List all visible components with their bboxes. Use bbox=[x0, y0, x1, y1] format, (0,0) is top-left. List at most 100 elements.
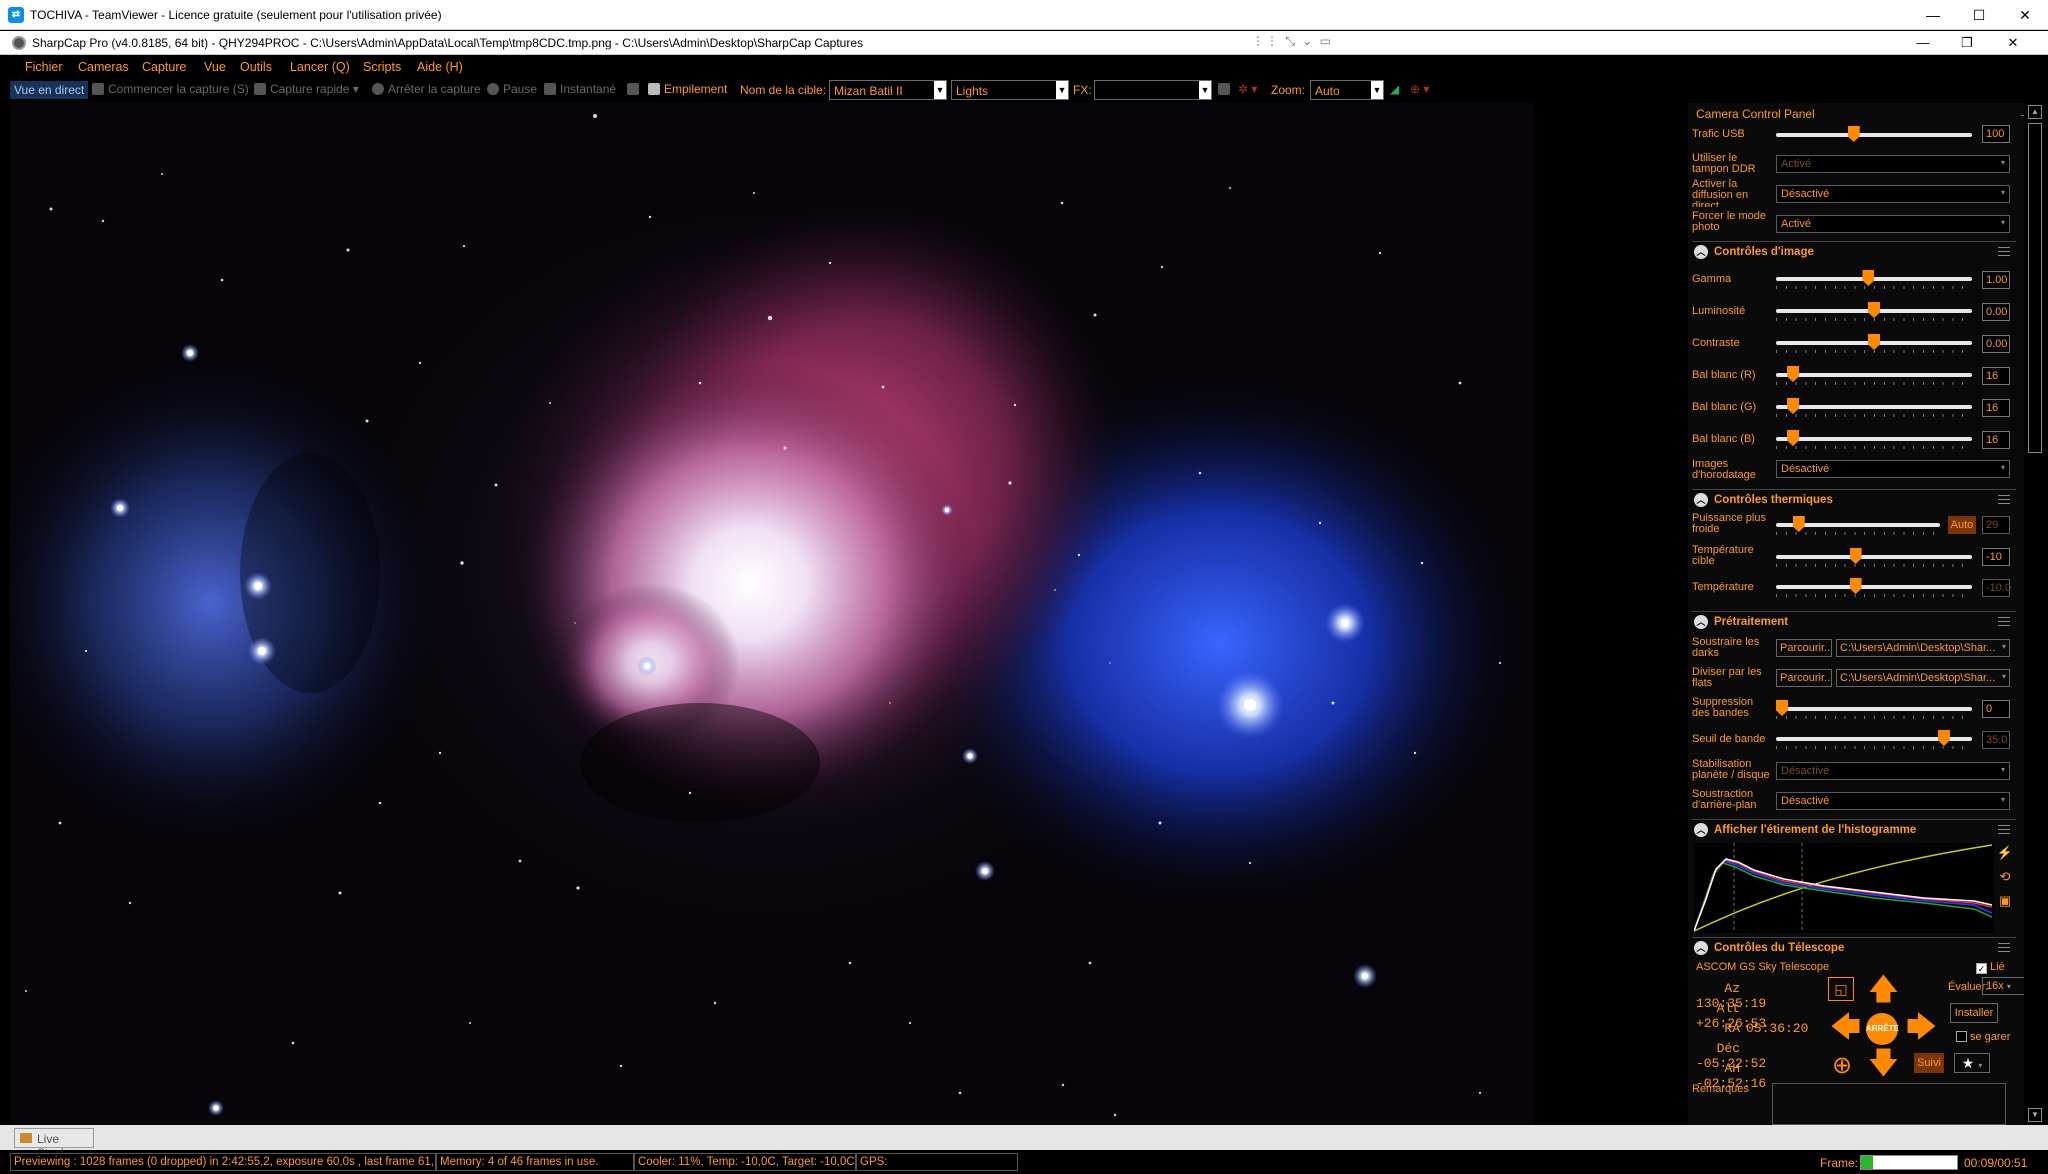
timestamp-dropdown[interactable]: Désactivé ▾ bbox=[1776, 460, 2010, 478]
menu-outils[interactable]: Outils bbox=[240, 60, 272, 74]
collapse-icon[interactable]: ︿ bbox=[1694, 245, 1708, 259]
notes-textarea[interactable] bbox=[1772, 1083, 2006, 1125]
stacking-button[interactable]: Empilement bbox=[648, 82, 727, 96]
cooler-power-slider[interactable] bbox=[1776, 516, 1940, 535]
hamburger-menu-icon[interactable] bbox=[1998, 825, 2010, 834]
histogram-toggle-button[interactable]: ◢ bbox=[1390, 82, 1399, 96]
thermal-controls-header[interactable]: ︿ Contrôles thermiques bbox=[1692, 489, 2016, 509]
tv-close-button[interactable]: ✕ bbox=[2002, 0, 2048, 30]
zoom-select[interactable]: Auto ▼ bbox=[1310, 80, 1384, 100]
sc-close-button[interactable]: ✕ bbox=[1990, 31, 2036, 55]
threshold-slider[interactable] bbox=[1776, 730, 1972, 749]
slider-knob[interactable] bbox=[1849, 548, 1862, 564]
sc-minimize-button[interactable]: — bbox=[1900, 31, 1946, 55]
scroll-down-icon[interactable]: ▼ bbox=[2028, 1108, 2042, 1122]
background-sub-dropdown[interactable]: Désactivé ▾ bbox=[1776, 792, 2010, 810]
contrast-slider[interactable] bbox=[1776, 334, 1972, 353]
scroll-up-icon[interactable]: ▲ bbox=[2028, 105, 2042, 119]
collapse-icon[interactable]: ︿ bbox=[1694, 941, 1708, 955]
wb-green-value[interactable]: 16 bbox=[1982, 399, 2010, 417]
wb-blue-slider[interactable] bbox=[1776, 430, 1972, 449]
tool-icon-button[interactable] bbox=[627, 82, 643, 96]
menu-scripts[interactable]: Scripts bbox=[363, 60, 401, 74]
stop-capture-button[interactable]: Arrêter la capture bbox=[372, 82, 481, 96]
telescope-linked-checkbox[interactable]: ✓ Lié bbox=[1976, 961, 2005, 974]
scroll-thumb[interactable] bbox=[2028, 123, 2042, 453]
slider-knob[interactable] bbox=[1868, 302, 1880, 318]
tv-maximize-button[interactable]: ☐ bbox=[1956, 0, 2002, 30]
wb-green-slider[interactable] bbox=[1776, 398, 1972, 417]
slew-rate-dropdown[interactable]: 16x ▾ bbox=[1982, 977, 2028, 995]
tv-minimize-button[interactable]: — bbox=[1910, 0, 1956, 30]
ddr-buffer-dropdown[interactable]: Activé ▾ bbox=[1776, 155, 2010, 173]
arrow-right-icon[interactable]: 🡆 bbox=[1906, 1013, 1937, 1043]
menu-fichier[interactable]: Fichier bbox=[25, 60, 63, 74]
histogram-reset-icon[interactable]: ⟲ bbox=[1994, 869, 2016, 889]
usb-traffic-slider[interactable] bbox=[1776, 126, 1972, 142]
gamma-value[interactable]: 1.00 bbox=[1982, 271, 2010, 289]
contrast-value[interactable]: 0.00 bbox=[1982, 335, 2010, 353]
tracking-button[interactable]: Suivi bbox=[1914, 1053, 1944, 1073]
arrow-left-icon[interactable]: 🡄 bbox=[1830, 1013, 1861, 1043]
banding-slider[interactable] bbox=[1776, 700, 1972, 719]
star-menu-button[interactable]: ★ ▾ bbox=[1954, 1053, 1990, 1073]
fx-apply-button[interactable] bbox=[1218, 82, 1234, 96]
menu-lancer[interactable]: Lancer (Q) bbox=[290, 60, 350, 74]
collapse-icon[interactable]: ︿ bbox=[1694, 615, 1708, 629]
image-controls-header[interactable]: ︿ Contrôles d'image bbox=[1692, 241, 2016, 261]
histogram-save-icon[interactable]: ▣ bbox=[1994, 893, 2016, 913]
histogram-plot[interactable] bbox=[1693, 843, 1994, 933]
hamburger-menu-icon[interactable] bbox=[1998, 495, 2010, 504]
histogram-auto-stretch-icon[interactable]: ⚡ bbox=[1994, 845, 2016, 865]
hamburger-menu-icon[interactable] bbox=[1998, 943, 2010, 952]
slider-knob[interactable] bbox=[1776, 700, 1788, 716]
hamburger-menu-icon[interactable] bbox=[1998, 617, 2010, 626]
live-stack-tab[interactable]: Live Stack bbox=[14, 1128, 94, 1160]
menu-vue[interactable]: Vue bbox=[204, 60, 226, 74]
flats-path-dropdown[interactable]: C:\Users\Admin\Desktop\Shar... ▾ bbox=[1836, 669, 2010, 687]
slider-knob[interactable] bbox=[1862, 270, 1875, 286]
slider-knob[interactable] bbox=[1868, 334, 1880, 350]
wb-red-value[interactable]: 16 bbox=[1982, 367, 2010, 385]
cooler-auto-button[interactable]: Auto bbox=[1948, 516, 1976, 534]
arrow-up-icon[interactable]: 🡅 bbox=[1868, 975, 1899, 1005]
image-viewport[interactable] bbox=[10, 103, 1534, 1125]
luminosity-slider[interactable] bbox=[1776, 302, 1972, 321]
snapshot-button[interactable]: Instantané bbox=[544, 82, 616, 96]
live-stream-dropdown[interactable]: Désactivé ▾ bbox=[1776, 185, 2010, 203]
park-checkbox[interactable]: se garer bbox=[1956, 1031, 2010, 1043]
banding-value[interactable]: 0 bbox=[1982, 700, 2010, 718]
flats-browse-button[interactable]: Parcourir... bbox=[1776, 669, 1832, 687]
hamburger-menu-icon[interactable] bbox=[1998, 247, 2010, 256]
darks-path-dropdown[interactable]: C:\Users\Admin\Desktop\Shar... ▾ bbox=[1836, 639, 2010, 657]
collapse-icon[interactable]: ︿ bbox=[1694, 493, 1708, 507]
gamma-slider[interactable] bbox=[1776, 270, 1972, 289]
slider-knob[interactable] bbox=[1787, 430, 1800, 446]
frame-type-select[interactable]: Lights ▼ bbox=[951, 80, 1069, 100]
slider-knob[interactable] bbox=[1792, 516, 1805, 532]
panel-scrollbar[interactable]: ▲ ▼ bbox=[2024, 103, 2046, 1125]
target-name-select[interactable]: Mizan Batil II ▼ bbox=[829, 80, 947, 100]
quick-capture-button[interactable]: Capture rapide ▾ bbox=[254, 82, 359, 96]
slider-knob[interactable] bbox=[1787, 366, 1800, 382]
wb-red-slider[interactable] bbox=[1776, 366, 1972, 385]
histogram-header[interactable]: ︿ Afficher l'étirement de l'histogramme bbox=[1692, 819, 2016, 839]
slider-knob[interactable] bbox=[1847, 126, 1860, 142]
fx-select[interactable]: ▼ bbox=[1094, 80, 1212, 100]
menu-cameras[interactable]: Cameras bbox=[78, 60, 129, 74]
wb-blue-value[interactable]: 16 bbox=[1982, 431, 2010, 449]
stabilization-dropdown[interactable]: Désactivé ▾ bbox=[1776, 762, 2010, 780]
sc-restore-button[interactable]: ❐ bbox=[1944, 31, 1990, 55]
checkbox-icon[interactable] bbox=[1956, 1031, 1967, 1042]
pause-button[interactable]: Pause bbox=[487, 82, 537, 96]
arrow-down-icon[interactable]: 🡇 bbox=[1868, 1049, 1899, 1079]
collapse-icon[interactable]: ︿ bbox=[1694, 823, 1708, 837]
annotate-button[interactable]: ⊕ ▾ bbox=[1410, 82, 1429, 96]
reticle-button[interactable]: ✲ ▾ bbox=[1238, 82, 1257, 96]
luminosity-value[interactable]: 0.00 bbox=[1982, 303, 2010, 321]
menu-aide[interactable]: Aide (H) bbox=[417, 60, 463, 74]
target-crosshair-icon[interactable]: ⊕ bbox=[1832, 1051, 1852, 1081]
telescope-controls-header[interactable]: ︿ Contrôles du Télescope bbox=[1692, 937, 2016, 957]
goto-icon[interactable]: ◱ bbox=[1828, 977, 1854, 1001]
install-button[interactable]: Installer bbox=[1950, 1003, 1998, 1023]
